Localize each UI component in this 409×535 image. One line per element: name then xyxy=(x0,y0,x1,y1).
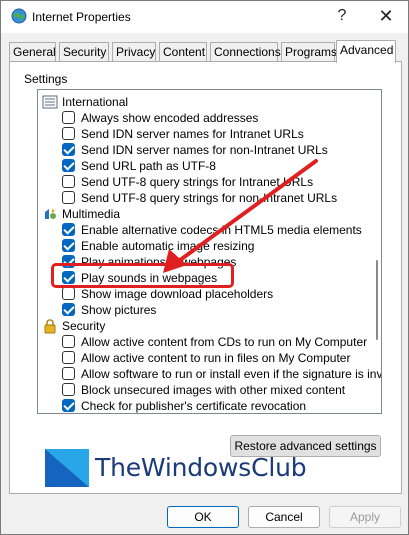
help-button[interactable]: ? xyxy=(330,5,354,27)
setting-active-content-cds[interactable]: Allow active content from CDs to run on … xyxy=(38,334,367,350)
tab-programs[interactable]: Programs xyxy=(281,42,337,62)
setting-send-idn-intranet[interactable]: Send IDN server names for Intranet URLs xyxy=(38,126,358,142)
setting-always-show-encoded-addresses[interactable]: Always show encoded addresses xyxy=(38,110,358,126)
checkbox[interactable] xyxy=(62,399,75,412)
category-international: International xyxy=(38,94,358,110)
setting-label: Block unsecured images with other mixed … xyxy=(81,383,346,397)
setting-label: Send IDN server names for Intranet URLs xyxy=(81,127,304,141)
window-title: Internet Properties xyxy=(32,10,131,24)
setting-send-idn-non-intranet[interactable]: Send IDN server names for non-Intranet U… xyxy=(38,142,358,158)
cancel-button[interactable]: Cancel xyxy=(248,506,320,528)
checkbox[interactable] xyxy=(62,383,75,396)
checkbox[interactable] xyxy=(62,303,75,316)
category-label: Multimedia xyxy=(62,207,121,221)
setting-label: Check for publisher's certificate revoca… xyxy=(81,399,307,413)
tab-security[interactable]: Security xyxy=(59,42,109,62)
setting-utf8-query-intranet[interactable]: Send UTF-8 query strings for Intranet UR… xyxy=(38,174,358,190)
tab-general[interactable]: General xyxy=(9,42,56,62)
setting-active-content-files[interactable]: Allow active content to run in files on … xyxy=(38,350,358,366)
settings-list[interactable]: International Always show encoded addres… xyxy=(37,89,382,414)
checkbox[interactable] xyxy=(62,127,75,140)
setting-utf8-query-non-intranet[interactable]: Send UTF-8 query strings for non-Intrane… xyxy=(38,190,358,206)
setting-check-certificate-revocation[interactable]: Check for publisher's certificate revoca… xyxy=(38,398,358,413)
checkbox[interactable] xyxy=(62,367,75,380)
setting-block-unsecured-images[interactable]: Block unsecured images with other mixed … xyxy=(38,382,358,398)
close-button[interactable]: ✕ xyxy=(374,5,398,27)
checkbox[interactable] xyxy=(62,175,75,188)
tab-content[interactable]: Content xyxy=(159,42,207,62)
setting-label: Send UTF-8 query strings for non-Intrane… xyxy=(81,191,338,205)
vertical-scrollbar[interactable] xyxy=(373,90,381,413)
setting-automatic-image-resizing[interactable]: Enable automatic image resizing xyxy=(38,238,358,254)
setting-send-url-path-utf8[interactable]: Send URL path as UTF-8 xyxy=(38,158,358,174)
tab-strip: General Security Privacy Content Connect… xyxy=(9,40,401,63)
multimedia-icon xyxy=(45,209,56,219)
ok-button[interactable]: OK xyxy=(167,506,239,528)
checkbox[interactable] xyxy=(62,239,75,252)
settings-group-label: Settings xyxy=(24,72,68,86)
checkbox[interactable] xyxy=(62,111,75,124)
checkbox[interactable] xyxy=(62,143,75,156)
highlight-box xyxy=(51,263,234,288)
setting-label: Send IDN server names for non-Intranet U… xyxy=(81,143,328,157)
internet-properties-dialog: Internet Properties ? ✕ General Security… xyxy=(0,0,409,535)
title-bar: Internet Properties ? ✕ xyxy=(1,1,408,33)
apply-button[interactable]: Apply xyxy=(329,506,401,528)
tab-connections[interactable]: Connections xyxy=(210,42,281,62)
checkbox[interactable] xyxy=(62,191,75,204)
tab-privacy[interactable]: Privacy xyxy=(112,42,156,62)
internet-globe-icon xyxy=(11,8,27,24)
setting-label: Always show encoded addresses xyxy=(81,111,259,125)
setting-label: Allow software to run or install even if… xyxy=(81,367,382,381)
setting-show-pictures[interactable]: Show pictures xyxy=(38,302,358,318)
lock-icon xyxy=(44,319,56,334)
checkbox[interactable] xyxy=(62,351,75,364)
category-security: Security xyxy=(38,318,358,334)
checkbox[interactable] xyxy=(62,287,75,300)
setting-label: Enable automatic image resizing xyxy=(81,239,255,253)
category-label: International xyxy=(62,95,129,109)
setting-allow-invalid-signature[interactable]: Allow software to run or install even if… xyxy=(38,366,381,382)
setting-show-image-placeholders[interactable]: Show image download placeholders xyxy=(38,286,358,302)
setting-label: Allow active content from CDs to run on … xyxy=(81,335,368,349)
globe-icon xyxy=(42,95,58,109)
setting-label: Send UTF-8 query strings for Intranet UR… xyxy=(81,175,314,189)
checkbox[interactable] xyxy=(62,159,75,172)
checkbox[interactable] xyxy=(62,223,75,236)
setting-label: Allow active content to run in files on … xyxy=(81,351,351,365)
setting-label: Show pictures xyxy=(81,303,157,317)
setting-alternative-codecs[interactable]: Enable alternative codecs in HTML5 media… xyxy=(38,222,362,238)
category-label: Security xyxy=(62,319,106,333)
scrollbar-thumb[interactable] xyxy=(376,260,378,340)
tab-advanced[interactable]: Advanced xyxy=(336,40,396,63)
checkbox[interactable] xyxy=(62,335,75,348)
setting-label: Send URL path as UTF-8 xyxy=(81,159,216,173)
watermark-text: TheWindowsClub xyxy=(95,453,307,482)
setting-label: Show image download placeholders xyxy=(81,287,274,301)
setting-label: Enable alternative codecs in HTML5 media… xyxy=(81,223,362,237)
category-multimedia: Multimedia xyxy=(38,206,358,222)
windows-logo-icon xyxy=(45,449,89,487)
